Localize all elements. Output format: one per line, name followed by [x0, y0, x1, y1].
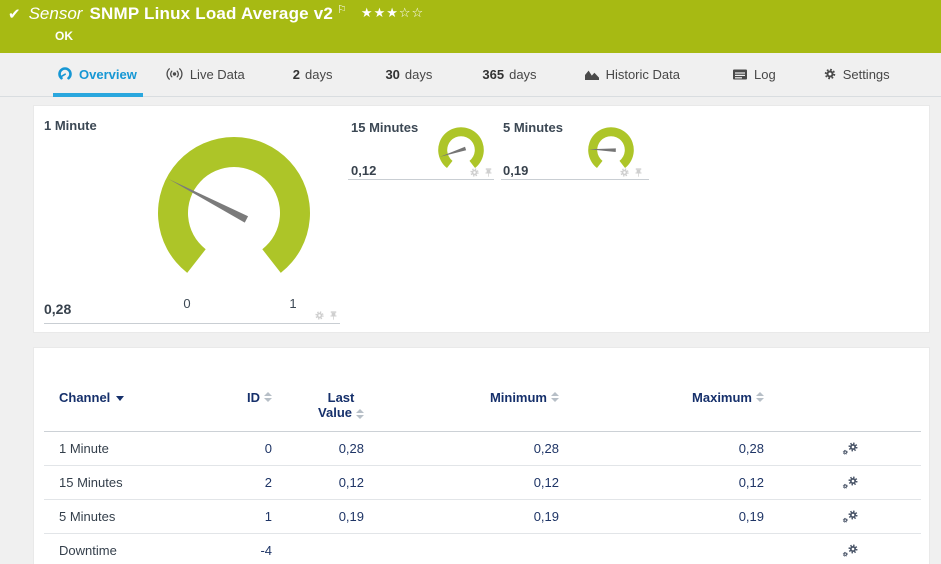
gauge-value-1-minute: 0,28 — [44, 301, 72, 317]
sensor-status-text: OK — [55, 29, 73, 43]
tab-label: Log — [753, 66, 776, 82]
tab-log[interactable]: Log — [732, 59, 776, 96]
table-row: 5 Minutes 1 0,19 0,19 0,19 — [44, 500, 921, 534]
tab-label: days — [509, 66, 537, 82]
column-header-channel[interactable]: Channel — [44, 390, 234, 420]
gauge-value-5-minutes: 0,19 — [503, 163, 529, 178]
channels-table-panel: Channel ID Last Value Minimum Maximum 1 … — [33, 347, 930, 564]
table-header-row: Channel ID Last Value Minimum Maximum — [44, 390, 921, 420]
column-header-id[interactable]: ID — [234, 390, 272, 420]
cell-minimum: 0,19 — [533, 509, 559, 524]
cell-id: 2 — [264, 475, 272, 490]
table-row: 15 Minutes 2 0,12 0,12 0,12 — [44, 466, 921, 500]
gauge-pin-icon[interactable] — [633, 167, 644, 178]
gauge-icon — [57, 66, 73, 82]
cell-last-value: 0,19 — [338, 509, 364, 524]
gauge-chart-1-minute — [154, 133, 314, 293]
priority-star-rating[interactable]: ★★★☆☆ — [361, 5, 424, 21]
gauge-pin-icon[interactable] — [483, 167, 494, 178]
gauge-pin-icon[interactable] — [328, 310, 339, 321]
tab-overview[interactable]: Overview — [53, 59, 143, 97]
sort-icon — [264, 392, 272, 402]
cell-channel: 15 Minutes — [59, 475, 123, 490]
channel-settings-gears-icon[interactable] — [842, 441, 859, 457]
cell-id: -4 — [260, 543, 272, 558]
sort-icon — [356, 408, 364, 419]
cell-id: 0 — [264, 441, 272, 456]
tab-number: 30 — [385, 66, 400, 82]
gauge-scale-max: 1 — [289, 296, 297, 311]
gear-icon — [823, 67, 837, 81]
gauge-cell-divider — [44, 323, 340, 324]
gauge-title-5-minutes: 5 Minutes — [503, 120, 563, 135]
tab-365-days[interactable]: 365 days — [482, 59, 536, 96]
cell-channel: Downtime — [59, 543, 117, 558]
tab-historic-data[interactable]: Historic Data — [584, 59, 680, 96]
cell-minimum: 0,12 — [533, 475, 559, 490]
table-row: Downtime -4 — [44, 534, 921, 564]
tab-2-days[interactable]: 2 days — [293, 59, 333, 96]
cell-maximum: 0,12 — [738, 475, 764, 490]
gauge-value-15-minutes: 0,12 — [351, 163, 377, 178]
sensor-kind-label: Sensor — [28, 4, 83, 23]
gauges-panel: 1 Minute 0 1 0,28 15 Minutes 0,12 5 Minu… — [33, 105, 930, 333]
sort-icon — [551, 392, 559, 402]
cell-last-value: 0,28 — [338, 441, 364, 456]
column-header-minimum[interactable]: Minimum — [364, 390, 559, 420]
cell-minimum: 0,28 — [533, 441, 559, 456]
cell-maximum: 0,28 — [738, 441, 764, 456]
log-icon — [732, 68, 748, 81]
cell-channel: 5 Minutes — [59, 509, 116, 524]
status-ok-check-icon: ✔ — [8, 6, 21, 23]
table-body: 1 Minute 0 0,28 0,28 0,28 15 Minutes 2 0… — [44, 432, 921, 564]
gauge-settings-gear-icon[interactable] — [314, 310, 325, 321]
channel-settings-gears-icon[interactable] — [842, 509, 859, 525]
tab-number: 2 — [292, 66, 300, 82]
gauge-scale-min: 0 — [183, 296, 191, 311]
tab-label: Historic Data — [605, 66, 680, 82]
channel-settings-gears-icon[interactable] — [842, 543, 859, 559]
tab-label: days — [304, 66, 333, 82]
channel-settings-gears-icon[interactable] — [842, 475, 859, 491]
sensor-status-header: ✔ Sensor SNMP Linux Load Average v2 ⚐ ★★… — [0, 0, 941, 53]
column-header-maximum[interactable]: Maximum — [559, 390, 764, 420]
tab-label: Live Data — [189, 66, 245, 82]
cell-maximum: 0,19 — [738, 509, 764, 524]
tab-bar: Overview Live Data 2 days 30 days 365 da… — [0, 53, 941, 97]
sort-desc-icon — [116, 396, 125, 401]
tab-label: Overview — [79, 66, 137, 82]
priority-flag-icon[interactable]: ⚐ — [337, 3, 347, 16]
area-chart-icon — [584, 68, 600, 81]
table-row: 1 Minute 0 0,28 0,28 0,28 — [44, 432, 921, 466]
tab-number: 365 — [482, 66, 505, 82]
sort-icon — [756, 392, 764, 402]
gauge-title-1-minute: 1 Minute — [44, 118, 97, 133]
sensor-title: SNMP Linux Load Average v2 — [89, 4, 334, 23]
live-data-icon — [165, 67, 184, 81]
prtg-sensor-page: ✔ Sensor SNMP Linux Load Average v2 ⚐ ★★… — [0, 0, 941, 564]
cell-id: 1 — [264, 509, 272, 524]
column-header-last-value[interactable]: Last Value — [272, 390, 364, 420]
gauge-cell-divider — [501, 179, 649, 180]
tab-label: Settings — [842, 66, 890, 82]
tab-label: days — [404, 66, 433, 82]
gauge-cell-divider — [348, 179, 494, 180]
gauge-settings-gear-icon[interactable] — [469, 167, 480, 178]
tab-live-data[interactable]: Live Data — [165, 59, 245, 96]
tab-settings[interactable]: Settings — [823, 59, 890, 96]
cell-channel: 1 Minute — [59, 441, 109, 456]
tab-30-days[interactable]: 30 days — [385, 59, 432, 96]
gauge-settings-gear-icon[interactable] — [619, 167, 630, 178]
gauge-title-15-minutes: 15 Minutes — [351, 120, 419, 135]
cell-last-value: 0,12 — [338, 475, 364, 490]
